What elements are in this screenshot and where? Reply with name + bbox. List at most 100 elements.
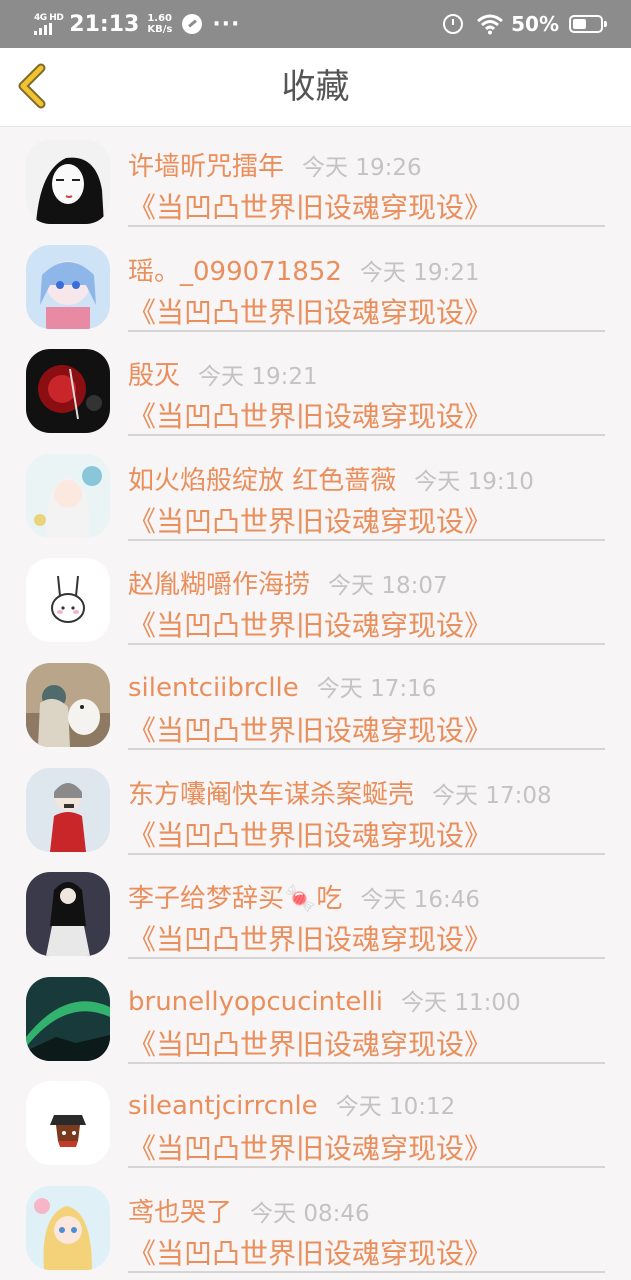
timestamp: 今天 11:00	[401, 989, 521, 1016]
page-title: 收藏	[281, 67, 350, 107]
list-item[interactable]: 如火焰般绽放 红色蔷薇 今天 19:10 《当凹凸世界旧设魂穿现设》	[0, 440, 631, 545]
novel-title: 《当凹凸世界旧设魂穿现设》	[128, 818, 493, 852]
item-header: 瑶。_099071852 今天 19:21	[128, 251, 611, 288]
list-item[interactable]: brunellyopcucintelli 今天 11:00 《当凹凸世界旧设魂穿…	[0, 963, 631, 1068]
avatar-image	[26, 140, 110, 224]
item-header: 东方囔阉快车谋杀案蜒壳 今天 17:08	[128, 774, 611, 811]
user-name: brunellyopcucintelli	[128, 986, 384, 1017]
divider	[128, 1270, 605, 1273]
novel-title: 《当凹凸世界旧设魂穿现设》	[128, 400, 493, 434]
avatar-image	[26, 244, 110, 329]
user-name: 许墙昕咒擂年	[128, 152, 285, 182]
battery-percent: 50%	[511, 12, 559, 36]
novel-title: 《当凹凸世界旧设魂穿现设》	[128, 923, 493, 957]
avatar[interactable]	[26, 1185, 110, 1270]
novel-title: 《当凹凸世界旧设魂穿现设》	[128, 191, 493, 224]
favorites-list: 许墙昕咒擂年 今天 19:26 《当凹凸世界旧设魂穿现设》 瑶。_0990718…	[0, 126, 631, 1277]
app-notification-icon	[182, 14, 203, 34]
avatar[interactable]	[26, 244, 110, 329]
timestamp: 今天 16:46	[360, 887, 480, 914]
item-header: 许墙昕咒擂年 今天 19:26	[128, 146, 611, 183]
timestamp: 今天 17:08	[432, 782, 552, 809]
list-item[interactable]: 东方囔阉快车谋杀案蜒壳 今天 17:08 《当凹凸世界旧设魂穿现设》	[0, 754, 631, 859]
divider	[128, 225, 605, 227]
user-name: 瑶。_099071852	[128, 256, 342, 287]
novel-title: 《当凹凸世界旧设魂穿现设》	[128, 504, 493, 538]
novel-title: 《当凹凸世界旧设魂穿现设》	[128, 609, 493, 643]
avatar[interactable]	[26, 140, 110, 224]
timestamp: 今天 19:21	[359, 259, 480, 286]
avatar[interactable]	[26, 1081, 110, 1166]
avatar[interactable]	[26, 453, 110, 538]
alarm-icon	[443, 14, 464, 34]
header-bar: 收藏	[0, 48, 631, 127]
novel-title: 《当凹凸世界旧设魂穿现设》	[128, 1132, 493, 1166]
item-header: 殷灭 今天 19:21	[128, 355, 611, 392]
novel-title: 《当凹凸世界旧设魂穿现设》	[128, 713, 493, 747]
item-header: silentciibrclle 今天 17:16	[128, 669, 611, 703]
divider	[128, 538, 605, 541]
divider	[128, 329, 605, 332]
avatar-image	[26, 976, 110, 1061]
user-name: 李子给梦辞买🍬吃	[128, 884, 343, 915]
user-name: sileantjcirrcnle	[128, 1091, 318, 1122]
network-type: 4G HD	[34, 13, 64, 23]
avatar-image	[26, 558, 110, 643]
avatar-image	[26, 662, 110, 747]
avatar-image	[26, 453, 110, 538]
avatar-image	[26, 872, 110, 957]
item-header: sileantjcirrcnle 今天 10:12	[128, 1087, 611, 1121]
list-item[interactable]: sileantjcirrcnle 今天 10:12 《当凹凸世界旧设魂穿现设》	[0, 1067, 631, 1172]
avatar-image	[26, 349, 110, 434]
divider	[128, 747, 605, 750]
timestamp: 今天 10:12	[335, 1094, 456, 1121]
timestamp: 今天 17:16	[316, 675, 437, 702]
speed-unit: KB/s	[147, 24, 173, 35]
list-item[interactable]: 赵胤糊嚼作海捞 今天 18:07 《当凹凸世界旧设魂穿现设》	[0, 544, 631, 649]
novel-title: 《当凹凸世界旧设魂穿现设》	[128, 295, 493, 329]
user-name: 如火焰般绽放 红色蔷薇	[128, 465, 397, 496]
clock: 21:13	[69, 11, 140, 37]
avatar[interactable]	[26, 872, 110, 957]
wifi-icon	[477, 14, 504, 35]
user-name: 东方囔阉快车谋杀案蜒壳	[128, 779, 415, 810]
novel-title: 《当凹凸世界旧设魂穿现设》	[128, 1027, 493, 1061]
user-name: 鸢也哭了	[128, 1197, 233, 1228]
list-item[interactable]: 许墙昕咒擂年 今天 19:26 《当凹凸世界旧设魂穿现设》	[0, 126, 631, 231]
timestamp: 今天 19:26	[302, 155, 422, 181]
timestamp: 今天 18:07	[328, 573, 448, 600]
item-header: 赵胤糊嚼作海捞 今天 18:07	[128, 564, 611, 601]
item-header: 鸢也哭了 今天 08:46	[128, 1192, 611, 1229]
user-name: 赵胤糊嚼作海捞	[128, 570, 311, 601]
user-name: 殷灭	[128, 361, 181, 392]
avatar[interactable]	[26, 558, 110, 643]
list-item[interactable]: silentciibrclle 今天 17:16 《当凹凸世界旧设魂穿现设》	[0, 649, 631, 754]
item-header: 如火焰般绽放 红色蔷薇 今天 19:10	[128, 460, 611, 497]
battery-icon	[569, 15, 607, 33]
list-item[interactable]: 殷灭 今天 19:21 《当凹凸世界旧设魂穿现设》	[0, 335, 631, 440]
avatar[interactable]	[26, 976, 110, 1061]
item-header: brunellyopcucintelli 今天 11:00	[128, 983, 611, 1017]
avatar[interactable]	[26, 767, 110, 852]
speed-value: 1.60	[147, 13, 173, 24]
novel-title: 《当凹凸世界旧设魂穿现设》	[128, 1236, 493, 1270]
divider	[128, 957, 605, 960]
status-bar: 4G HD 21:13 1.60 KB/s ··· 50%	[0, 0, 631, 48]
avatar-image	[26, 767, 110, 852]
list-item[interactable]: 李子给梦辞买🍬吃 今天 16:46 《当凹凸世界旧设魂穿现设》	[0, 858, 631, 963]
avatar[interactable]	[26, 662, 110, 747]
avatar[interactable]	[26, 349, 110, 434]
avatar-image	[26, 1185, 110, 1270]
divider	[128, 1061, 605, 1064]
divider	[128, 643, 605, 646]
divider	[128, 1166, 605, 1169]
timestamp: 今天 08:46	[250, 1200, 370, 1227]
signal-icon: 4G HD	[34, 13, 64, 35]
network-speed: 1.60 KB/s	[147, 13, 172, 35]
list-item[interactable]: 鸢也哭了 今天 08:46 《当凹凸世界旧设魂穿现设》	[0, 1172, 631, 1277]
avatar-image	[26, 1081, 110, 1166]
timestamp: 今天 19:21	[198, 364, 318, 391]
list-item[interactable]: 瑶。_099071852 今天 19:21 《当凹凸世界旧设魂穿现设》	[0, 231, 631, 336]
timestamp: 今天 19:10	[414, 468, 534, 495]
item-header: 李子给梦辞买🍬吃 今天 16:46	[128, 878, 611, 915]
